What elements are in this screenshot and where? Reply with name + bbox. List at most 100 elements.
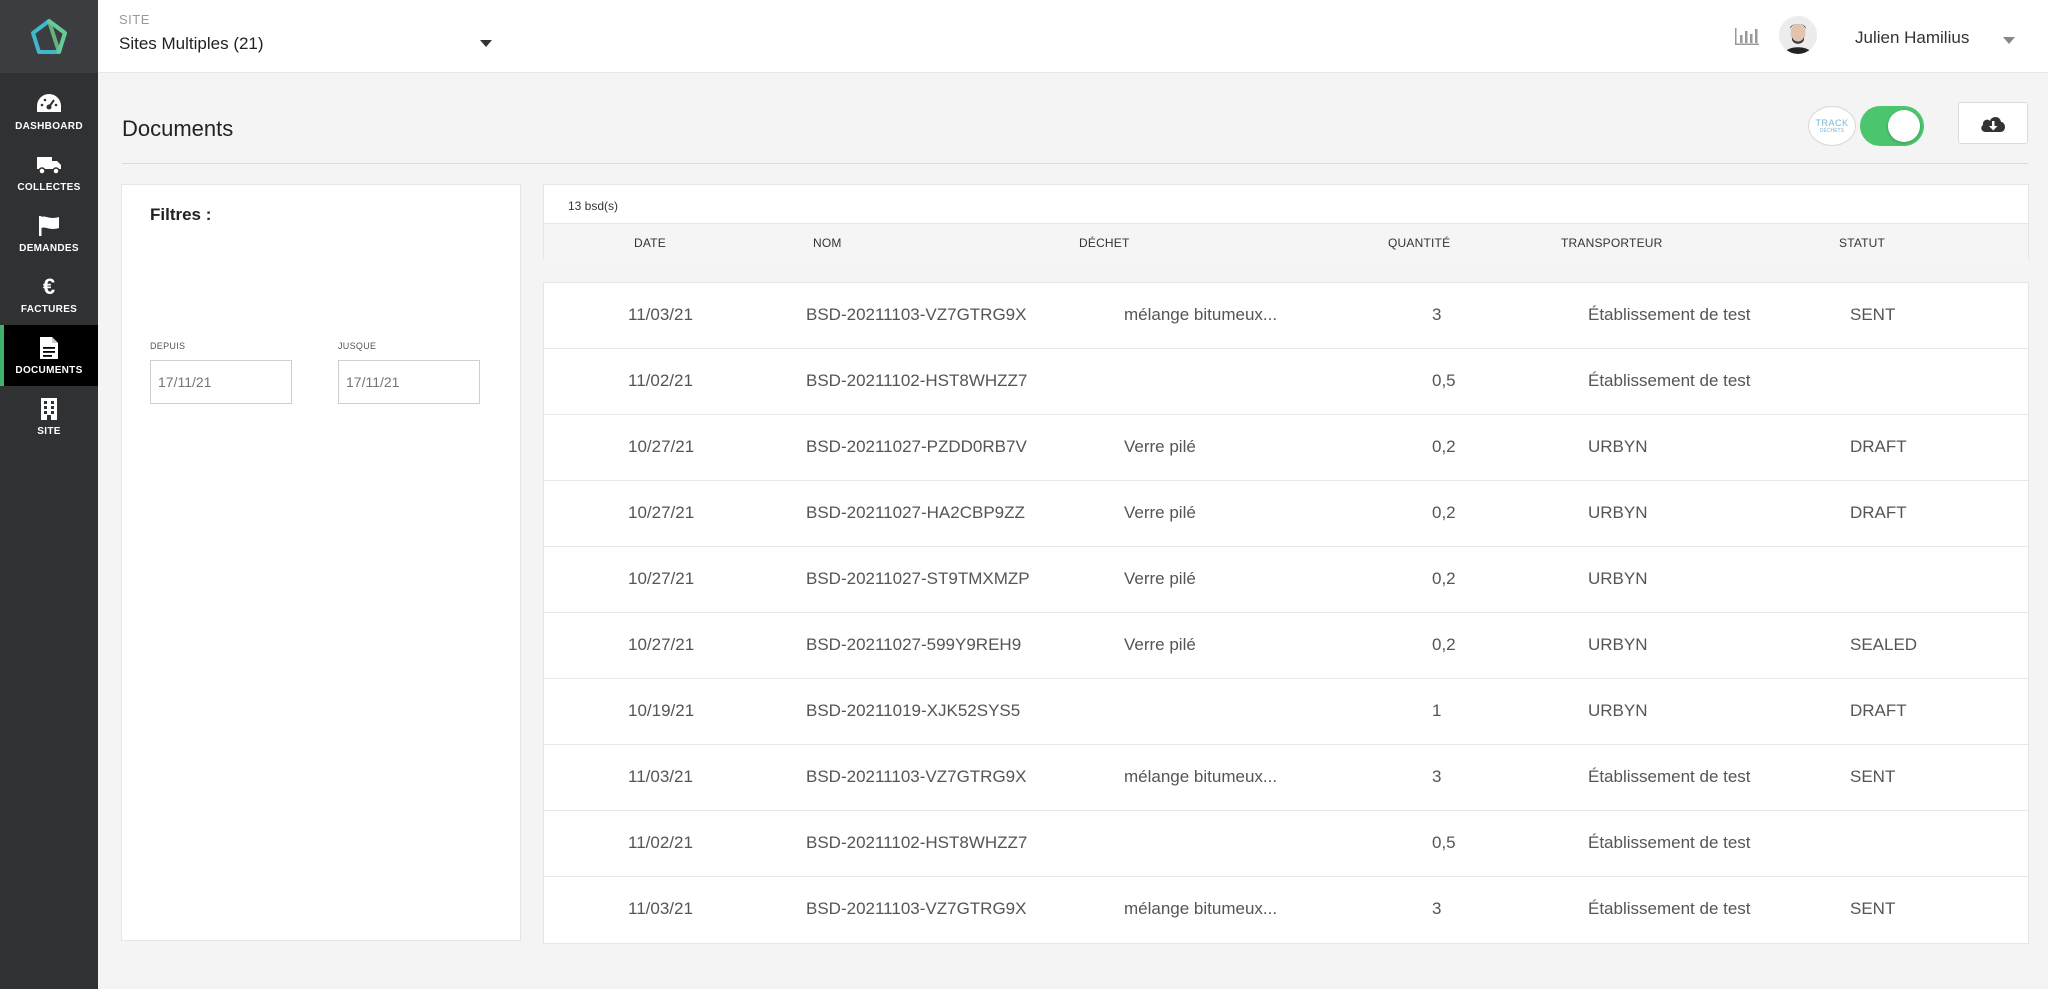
since-label: DEPUIS (150, 341, 186, 351)
table-row[interactable]: 11/02/21 BSD-20211102-HST8WHZZ7 0,5 Établis… (544, 349, 2028, 415)
dashboard-icon (36, 91, 62, 117)
cell-transporteur: URBYN (1588, 701, 1648, 720)
cell-transporteur: URBYN (1588, 503, 1648, 522)
table-row[interactable]: 10/27/21 BSD-20211027-HA2CBP9ZZ Verre pilé… (544, 481, 2028, 547)
table-row[interactable]: 10/27/21 BSD-20211027-ST9TMXMZP Verre pilé… (544, 547, 2028, 613)
cell-statut: SENT (1850, 305, 1896, 324)
sidebar-item-label: SITE (37, 426, 61, 437)
table-row[interactable]: 11/03/21 BSD-20211103-VZ7GTRG9X mélange bi… (544, 283, 2028, 349)
sidebar-item-collectes[interactable]: COLLECTES (0, 142, 98, 203)
sidebar-item-dashboard[interactable]: DASHBOARD (0, 81, 98, 142)
table-row[interactable]: 11/03/21 BSD-20211103-VZ7GTRG9X mélange bi… (544, 745, 2028, 811)
cell-date: 11/03/21 (628, 305, 693, 324)
app-logo[interactable] (0, 0, 98, 73)
sidebar-item-label: DEMANDES (19, 243, 79, 254)
sidebar-item-documents[interactable]: DOCUMENTS (0, 325, 98, 386)
cell-transporteur: Établissement de test (1588, 371, 1751, 390)
table-row[interactable]: 10/19/21 BSD-20211019-XJK52SYS5 1 URBYN DRAF… (544, 679, 2028, 745)
track-dechets-toggle[interactable] (1860, 106, 1924, 146)
table-row[interactable]: 11/03/21 BSD-20211103-VZ7GTRG9X mélange bi… (544, 877, 2028, 943)
cell-nom: BSD-20211027-599Y9REH9 (806, 635, 1022, 654)
avatar[interactable] (1779, 16, 1817, 54)
track-dechets-logo: TRACK DÉCHETS (1808, 106, 1856, 146)
column-header-nom[interactable]: NOM (813, 236, 842, 250)
user-menu[interactable]: Julien Hamilius (1855, 28, 1969, 48)
column-header-transporteur[interactable]: TRANSPORTEUR (1561, 236, 1663, 250)
divider (122, 163, 2028, 164)
cell-statut: SENT (1850, 899, 1896, 918)
column-header-statut[interactable]: STATUT (1839, 236, 1885, 250)
cell-date: 11/02/21 (628, 371, 693, 390)
cell-date: 10/27/21 (628, 437, 695, 456)
sidebar-item-demandes[interactable]: DEMANDES (0, 203, 98, 264)
cell-date: 10/19/21 (628, 701, 695, 720)
table-body: 11/03/21 BSD-20211103-VZ7GTRG9X mélange bi… (543, 282, 2029, 944)
cell-nom: BSD-20211027-HA2CBP9ZZ (806, 503, 1025, 522)
column-header-date[interactable]: DATE (634, 236, 666, 250)
cell-quantite: 0,5 (1432, 833, 1456, 852)
column-header-quantite[interactable]: QUANTITÉ (1388, 236, 1450, 250)
cell-quantite: 0,2 (1432, 503, 1456, 522)
until-date-input[interactable] (338, 360, 480, 404)
cell-dechet: mélange bitumeux... (1124, 899, 1278, 918)
sidebar-item-site[interactable]: SITE (0, 386, 98, 447)
chevron-down-icon[interactable] (2003, 37, 2015, 44)
download-button[interactable] (1958, 102, 2028, 144)
cell-transporteur: URBYN (1588, 635, 1648, 654)
user-avatar-icon (1779, 16, 1817, 54)
cell-transporteur: URBYN (1588, 569, 1648, 588)
cell-quantite: 0,2 (1432, 635, 1456, 654)
cell-transporteur: Établissement de test (1588, 899, 1751, 918)
truck-icon (36, 152, 62, 178)
cell-statut: DRAFT (1850, 437, 1907, 456)
flag-icon (36, 213, 62, 239)
cell-quantite: 0,5 (1432, 371, 1456, 390)
top-header: SITE Sites Multiples (21) Julien Hamiliu… (98, 0, 2048, 73)
bar-chart-icon[interactable] (1734, 26, 1760, 46)
cell-date: 11/03/21 (628, 767, 693, 786)
cell-statut: DRAFT (1850, 503, 1907, 522)
cell-quantite: 1 (1432, 701, 1442, 720)
cell-quantite: 3 (1432, 305, 1442, 324)
since-date-input[interactable] (150, 360, 292, 404)
site-label: SITE (119, 12, 150, 27)
table-row[interactable]: 10/27/21 BSD-20211027-PZDD0RB7V Verre pilé… (544, 415, 2028, 481)
cell-dechet: mélange bitumeux... (1124, 767, 1278, 786)
track-logo-line1: TRACK (1815, 118, 1849, 128)
table-row[interactable]: 11/02/21 BSD-20211102-HST8WHZZ7 0,5 Établis… (544, 811, 2028, 877)
cell-date: 10/27/21 (628, 503, 695, 522)
cell-date: 10/27/21 (628, 635, 695, 654)
column-header-dechet[interactable]: DÉCHET (1079, 236, 1130, 250)
site-selector-value[interactable]: Sites Multiples (21) (119, 34, 264, 54)
pentagon-logo-icon (31, 18, 67, 54)
cell-statut: SEALED (1850, 635, 1918, 654)
cell-transporteur: Établissement de test (1588, 305, 1751, 324)
cell-transporteur: URBYN (1588, 437, 1648, 456)
chevron-down-icon[interactable] (480, 40, 492, 47)
document-icon (36, 335, 62, 361)
result-count: 13 bsd(s) (568, 199, 619, 213)
cell-transporteur: Établissement de test (1588, 833, 1751, 852)
cell-quantite: 3 (1432, 767, 1442, 786)
cell-dechet: Verre pilé (1124, 635, 1196, 654)
filters-title: Filtres : (150, 205, 212, 224)
sidebar-item-factures[interactable]: € FACTURES (0, 264, 98, 325)
cell-statut: DRAFT (1850, 701, 1907, 720)
toggle-knob (1888, 110, 1920, 142)
cell-nom: BSD-20211103-VZ7GTRG9X (806, 767, 1027, 786)
table-header: 13 bsd(s) DATE NOM DÉCHET QUANTITÉ TRANS… (543, 184, 2029, 260)
sidebar: DASHBOARD COLLECTES DEMANDES € FACTURES … (0, 0, 98, 989)
cell-quantite: 3 (1432, 899, 1442, 918)
cell-dechet: Verre pilé (1124, 437, 1196, 456)
cloud-download-icon (1981, 117, 2005, 132)
cell-nom: BSD-20211027-PZDD0RB7V (806, 437, 1027, 456)
track-logo-line2: DÉCHETS (1820, 128, 1844, 134)
cell-quantite: 0,2 (1432, 437, 1456, 456)
cell-date: 11/03/21 (628, 899, 693, 918)
filters-panel: Filtres : DEPUIS JUSQUE (121, 184, 521, 941)
sidebar-item-label: COLLECTES (17, 182, 81, 193)
table-row[interactable]: 10/27/21 BSD-20211027-599Y9REH9 Verre pilé… (544, 613, 2028, 679)
cell-statut: SENT (1850, 767, 1896, 786)
cell-nom: BSD-20211103-VZ7GTRG9X (806, 899, 1027, 918)
documents-table: 13 bsd(s) DATE NOM DÉCHET QUANTITÉ TRANS… (543, 184, 2029, 944)
